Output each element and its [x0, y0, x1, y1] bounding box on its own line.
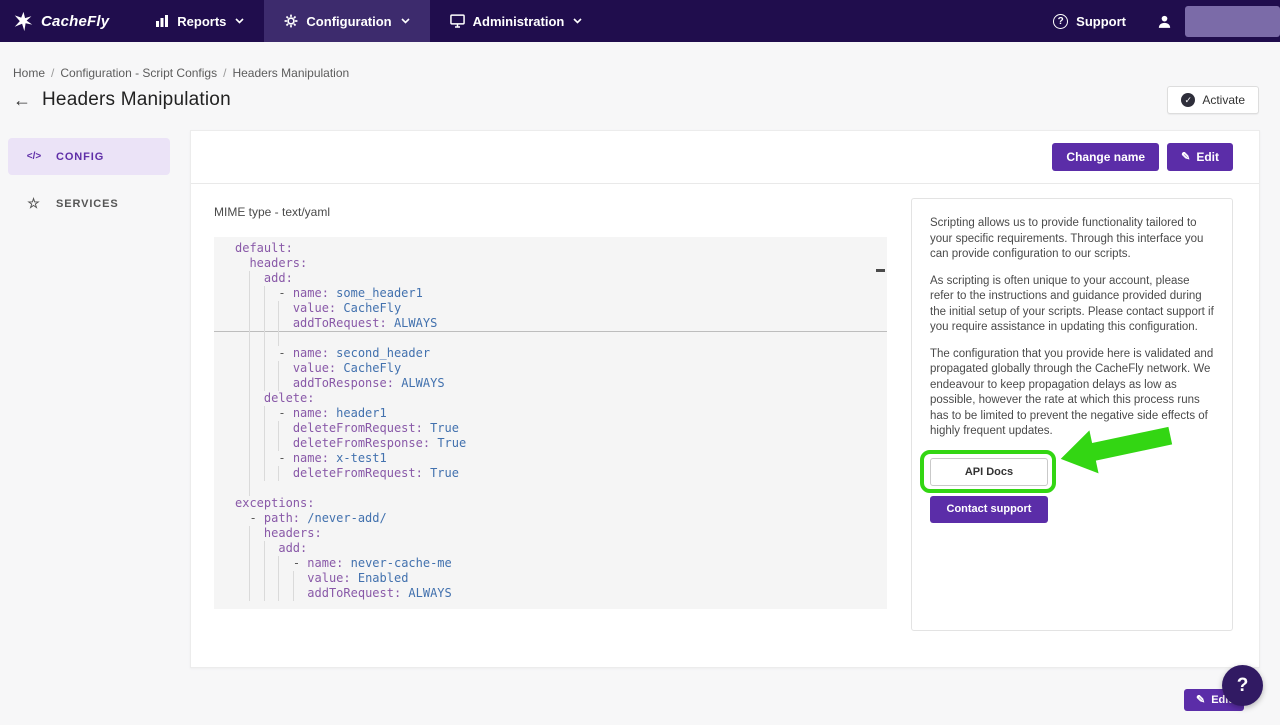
code-line: - name: second_header — [235, 346, 887, 361]
code-line: value: Enabled — [235, 571, 887, 586]
api-docs-button[interactable]: API Docs — [930, 458, 1048, 486]
top-navbar: CacheFly Reports Configuration A — [0, 0, 1280, 42]
brand-name: CacheFly — [41, 13, 109, 30]
page-title: Headers Manipulation — [42, 89, 231, 111]
code-icon: </> — [25, 151, 43, 162]
account-menu-panel[interactable] — [1185, 6, 1280, 37]
code-line: value: CacheFly — [235, 301, 887, 316]
check-icon: ✓ — [1181, 93, 1195, 107]
nav-item-administration[interactable]: Administration — [430, 0, 603, 42]
breadcrumb-item[interactable]: Configuration - Script Configs — [60, 66, 217, 80]
code-line: value: CacheFly — [235, 361, 887, 376]
gear-icon — [284, 14, 298, 28]
contact-support-button[interactable]: Contact support — [930, 496, 1048, 523]
breadcrumb-item: Headers Manipulation — [232, 66, 349, 80]
sidebar-item-label: CONFIG — [56, 151, 104, 163]
code-line: add: — [235, 541, 887, 556]
nav-item-label: Configuration — [306, 14, 391, 29]
code-line: delete: — [235, 391, 887, 406]
card-toolbar: Change name ✎ Edit — [191, 131, 1259, 184]
pencil-icon: ✎ — [1196, 695, 1205, 706]
breadcrumb-separator: / — [51, 66, 54, 80]
breadcrumb-separator: / — [223, 66, 226, 80]
chevron-down-icon — [235, 18, 244, 24]
info-paragraph: The configuration that you provide here … — [930, 347, 1214, 440]
activate-label: Activate — [1202, 93, 1245, 107]
pencil-icon: ✎ — [1181, 152, 1190, 163]
nav-item-configuration[interactable]: Configuration — [264, 0, 429, 42]
cachefly-logo[interactable]: CacheFly — [0, 0, 135, 42]
code-line: - name: x-test1 — [235, 451, 887, 466]
main-nav: Reports Configuration Administration — [135, 0, 602, 42]
sidebar-item-services[interactable]: ☆ SERVICES — [8, 185, 170, 222]
code-line — [235, 481, 887, 496]
help-fab-button[interactable]: ? — [1222, 665, 1263, 706]
star-icon: ☆ — [25, 195, 43, 212]
bar-chart-icon — [155, 14, 169, 28]
api-docs-area: API Docs — [930, 458, 1048, 486]
avatar[interactable] — [1142, 13, 1185, 30]
edit-button[interactable]: ✎ Edit — [1167, 143, 1233, 171]
sidebar: </> CONFIG ☆ SERVICES — [0, 130, 190, 232]
chevron-down-icon — [401, 18, 410, 24]
info-paragraph: As scripting is often unique to your acc… — [930, 274, 1214, 336]
code-line: deleteFromRequest: True — [235, 421, 887, 436]
page-header: ← Headers Manipulation ✓ Activate — [13, 86, 1259, 114]
nav-item-label: Administration — [473, 14, 565, 29]
mime-type-label: MIME type - text/yaml — [214, 205, 330, 219]
code-line: addToRequest: ALWAYS — [235, 316, 887, 331]
yaml-code-editor[interactable]: default: headers: add: - name: some_head… — [214, 237, 887, 609]
code-line: deleteFromResponse: True — [235, 436, 887, 451]
code-line: addToResponse: ALWAYS — [235, 376, 887, 391]
code-line: add: — [235, 271, 887, 286]
code-line: default: — [235, 241, 887, 256]
support-button[interactable]: ? Support — [1037, 14, 1142, 29]
user-icon — [1156, 13, 1173, 30]
code-line: - name: some_header1 — [235, 286, 887, 301]
code-line: headers: — [235, 526, 887, 541]
question-circle-icon: ? — [1053, 14, 1068, 29]
navbar-right: ? Support — [1037, 0, 1280, 42]
nav-item-reports[interactable]: Reports — [135, 0, 264, 42]
cachefly-logo-icon — [13, 11, 34, 32]
back-arrow-icon[interactable]: ← — [13, 91, 31, 109]
edit-label: Edit — [1196, 150, 1219, 164]
activate-button[interactable]: ✓ Activate — [1167, 86, 1259, 114]
sidebar-item-config[interactable]: </> CONFIG — [8, 138, 170, 175]
chevron-down-icon — [573, 18, 582, 24]
breadcrumb-item[interactable]: Home — [13, 66, 45, 80]
config-card: Change name ✎ Edit MIME type - text/yaml… — [190, 130, 1260, 668]
monitor-icon — [450, 14, 465, 28]
info-paragraph: Scripting allows us to provide functiona… — [930, 216, 1214, 263]
code-line: headers: — [235, 256, 887, 271]
code-line: addToRequest: ALWAYS — [235, 586, 887, 601]
info-panel: Scripting allows us to provide functiona… — [911, 198, 1233, 631]
code-line: - name: header1 — [235, 406, 887, 421]
breadcrumb: Home / Configuration - Script Configs / Head… — [13, 66, 349, 80]
code-line: deleteFromRequest: True — [235, 466, 887, 481]
sidebar-item-label: SERVICES — [56, 198, 119, 210]
support-label: Support — [1076, 14, 1126, 29]
code-line: - path: /never-add/ — [235, 511, 887, 526]
change-name-button[interactable]: Change name — [1052, 143, 1159, 171]
code-line — [235, 331, 887, 346]
info-text: Scripting allows us to provide functiona… — [930, 216, 1214, 440]
code-line: - name: never-cache-me — [235, 556, 887, 571]
nav-item-label: Reports — [177, 14, 226, 29]
code-line: exceptions: — [235, 496, 887, 511]
